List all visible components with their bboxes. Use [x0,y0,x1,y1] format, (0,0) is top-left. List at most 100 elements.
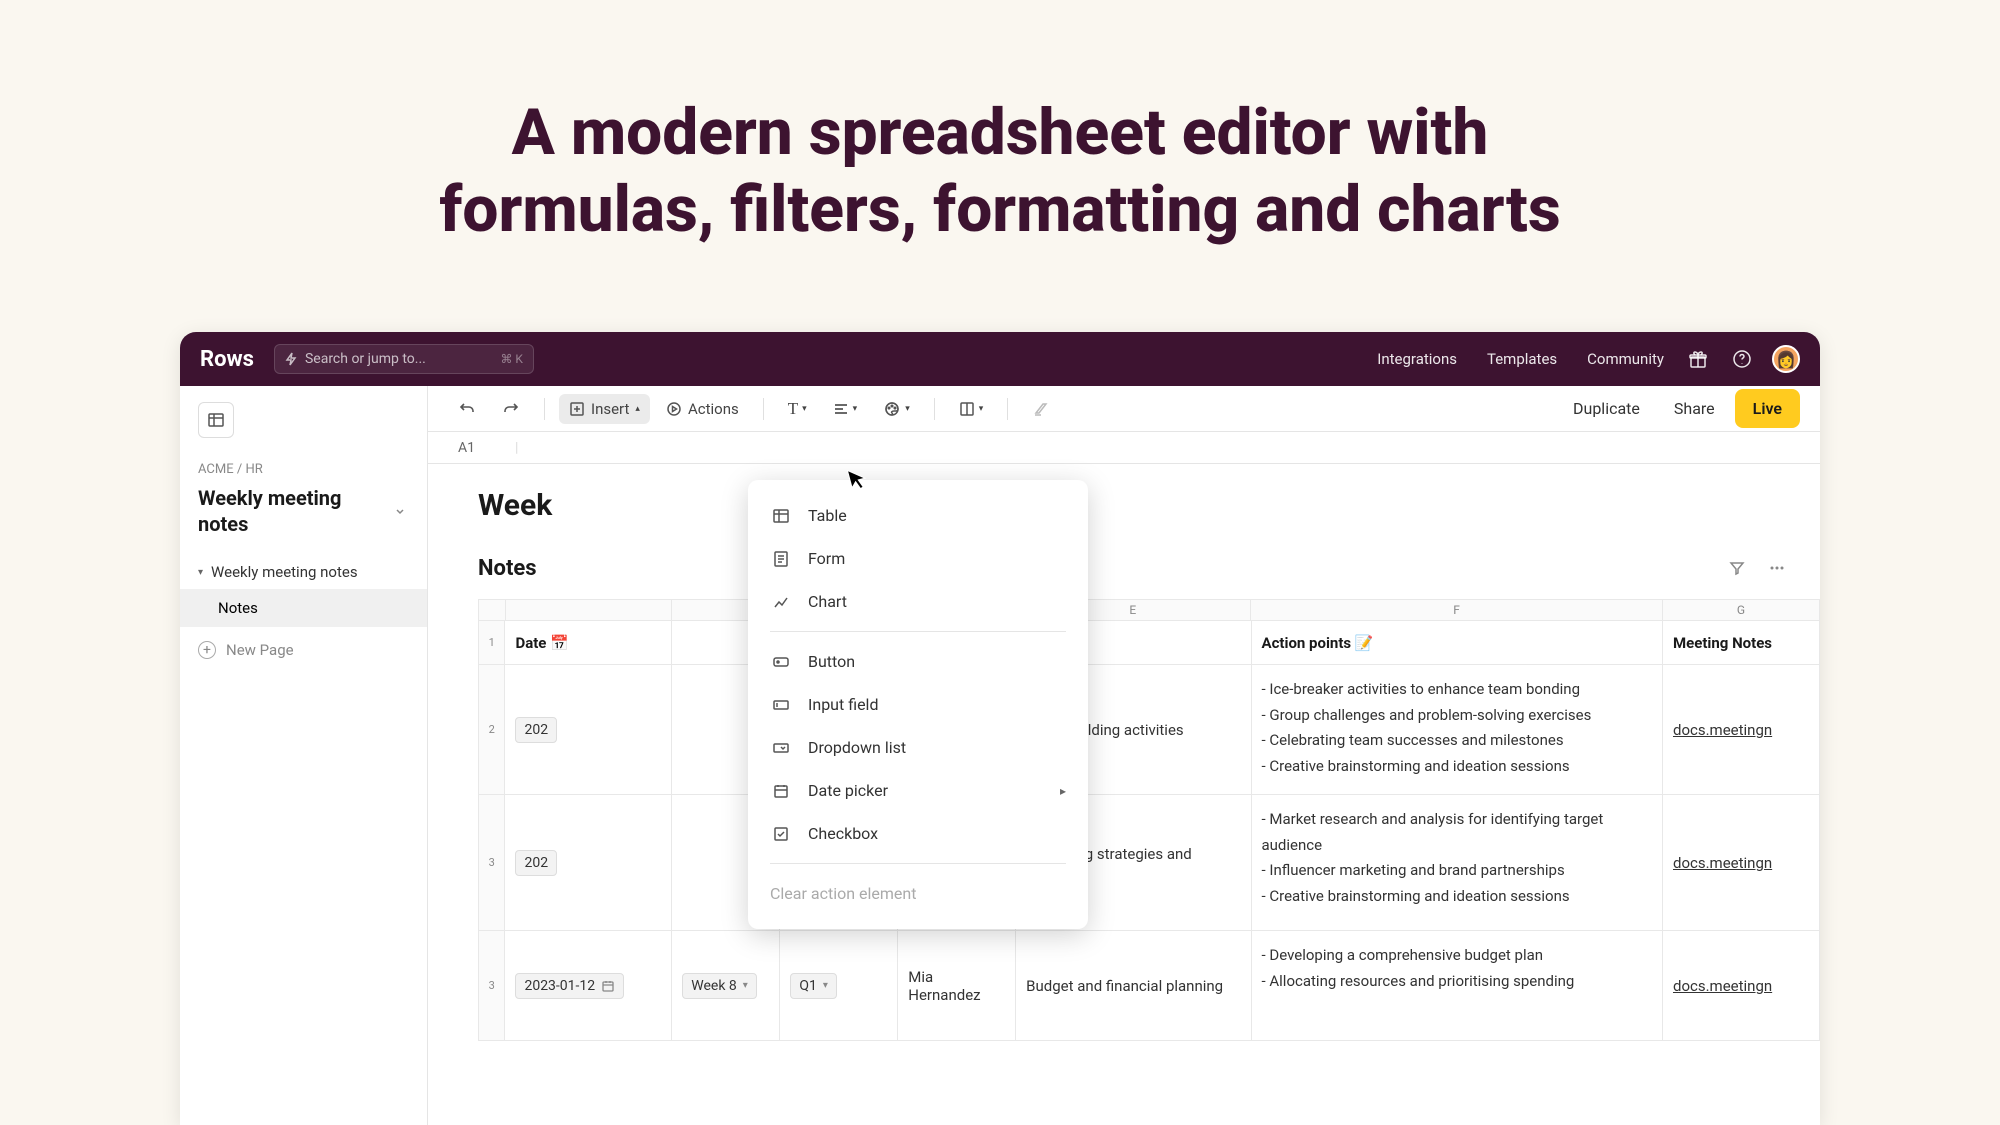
cell-reference: A1 [458,440,475,456]
action-item: - Market research and analysis for ident… [1262,807,1652,858]
nav-community[interactable]: Community [1587,350,1664,368]
cell-agenda[interactable]: Budget and financial planning [1016,931,1251,1041]
redo-button[interactable] [492,394,530,424]
caret-down-icon: ▾ [198,567,203,578]
cell-actions[interactable]: - Ice-breaker activities to enhance team… [1252,665,1663,795]
date-picker-chip[interactable]: 202 [515,850,557,876]
week-dropdown[interactable]: Week 8 ▾ [682,973,757,999]
cell-actions[interactable]: - Developing a comprehensive budget plan… [1252,931,1663,1041]
doc-title[interactable]: Weekly meeting notes [198,485,391,537]
sidebar-tree-root[interactable]: ▾ Weekly meeting notes [180,555,427,589]
cell-quarter[interactable]: Q1 ▾ [780,931,898,1041]
nav-templates[interactable]: Templates [1487,350,1557,368]
help-icon[interactable] [1732,349,1752,369]
cell-reference-bar[interactable]: A1 | [428,432,1820,464]
menu-item-button[interactable]: Button [748,640,1088,683]
search-input[interactable]: Search or jump to... ⌘ K [274,344,534,374]
breadcrumb-workspace[interactable]: ACME [198,462,234,477]
button-icon [770,653,792,671]
undo-button[interactable] [448,394,486,424]
caret-up-icon: ▴ [635,404,640,414]
action-item: - Developing a comprehensive budget plan [1262,943,1575,969]
brand-logo[interactable]: Rows [200,347,254,372]
share-button[interactable]: Share [1660,391,1729,426]
menu-item-date-picker[interactable]: Date picker ▸ [748,769,1088,812]
nav-integrations[interactable]: Integrations [1377,350,1457,368]
date-picker-chip[interactable]: 2023-01-12 [515,973,624,999]
filter-icon[interactable] [1724,555,1750,581]
col-f[interactable]: F [1251,599,1663,621]
cell-notes-link[interactable]: docs.meetingn [1663,665,1820,795]
header-action-points[interactable]: Action points 📝 [1252,621,1663,665]
action-item: - Ice-breaker activities to enhance team… [1262,677,1592,703]
search-placeholder: Search or jump to... [305,351,500,367]
hero-line1: A modern spreadsheet editor with [0,95,2000,172]
doc-title-menu[interactable] [391,502,409,520]
more-icon[interactable] [1764,555,1790,581]
section-title[interactable]: Notes [478,556,1724,581]
form-icon [770,550,792,568]
caret-down-icon: ▾ [802,404,807,414]
toolbar: Insert ▴ Actions T▾ ▾ ▾ [428,386,1820,432]
menu-item-chart[interactable]: Chart [748,580,1088,623]
gift-icon[interactable] [1688,349,1708,369]
header-meeting-notes[interactable]: Meeting Notes [1663,621,1820,665]
color-button[interactable]: ▾ [873,394,920,424]
notes-link[interactable]: docs.meetingn [1673,721,1772,739]
menu-label: Button [808,652,855,671]
sidebar-tree-child[interactable]: Notes [180,589,427,627]
live-button[interactable]: Live [1735,389,1800,428]
content-area: Insert ▴ Actions T▾ ▾ ▾ [428,386,1820,1125]
plus-circle-icon: + [198,641,216,659]
align-button[interactable]: ▾ [823,396,868,422]
cell-lead[interactable]: Mia Hernandez [898,931,1016,1041]
breadcrumb[interactable]: ACME / HR [198,462,409,477]
action-item: - Allocating resources and prioritising … [1262,969,1575,995]
menu-item-input-field[interactable]: Input field [748,683,1088,726]
date-picker-chip[interactable]: 202 [515,717,557,743]
new-page-button[interactable]: + New Page [180,627,427,673]
cell-date[interactable]: 202 [505,795,672,931]
menu-item-dropdown-list[interactable]: Dropdown list [748,726,1088,769]
chart-icon [770,593,792,611]
row-num[interactable]: 1 [478,621,505,665]
cell-date[interactable]: 202 [505,665,672,795]
duplicate-button[interactable]: Duplicate [1559,391,1654,426]
row-num[interactable]: 3 [478,795,505,931]
notes-link[interactable]: docs.meetingn [1673,854,1772,872]
menu-item-table[interactable]: Table [748,494,1088,537]
text-format-button[interactable]: T▾ [778,393,817,425]
topbar: Rows Search or jump to... ⌘ K Integratio… [180,332,1820,386]
menu-label: Table [808,506,847,525]
menu-item-form[interactable]: Form [748,537,1088,580]
chevron-right-icon: ▸ [1060,784,1066,798]
clear-format-button[interactable] [1022,394,1060,424]
header-date[interactable]: Date 📅 [505,621,672,665]
cell-week[interactable]: Week 8 ▾ [672,931,780,1041]
notes-link[interactable]: docs.meetingn [1673,977,1772,995]
row-num[interactable]: 3 [478,931,505,1041]
spreadsheet[interactable]: D E F G 1 Date 📅 d 💪 Agenda Action point… [478,599,1820,1041]
cell-notes-link[interactable]: docs.meetingn [1663,931,1820,1041]
table-icon [770,507,792,525]
caret-down-icon: ▾ [853,404,858,414]
row-num[interactable]: 2 [478,665,505,795]
cell-actions[interactable]: - Market research and analysis for ident… [1252,795,1663,931]
menu-label: Checkbox [808,824,878,843]
insert-button[interactable]: Insert ▴ [559,394,650,424]
table-view-icon[interactable] [198,402,234,438]
page-title[interactable]: Week [478,488,1820,523]
cell-notes-link[interactable]: docs.meetingn [1663,795,1820,931]
menu-item-checkbox[interactable]: Checkbox [748,812,1088,855]
avatar[interactable]: 👩 [1772,345,1800,373]
caret-down-icon: ▾ [905,404,910,414]
cell-date[interactable]: 2023-01-12 [505,931,672,1041]
breadcrumb-folder[interactable]: HR [245,462,262,477]
menu-item-clear[interactable]: Clear action element [748,872,1088,915]
layout-button[interactable]: ▾ [949,395,994,423]
menu-label: Date picker [808,781,888,800]
document-body: Week Notes [428,464,1820,1125]
actions-button[interactable]: Actions [656,394,749,424]
col-g[interactable]: G [1663,599,1820,621]
quarter-dropdown[interactable]: Q1 ▾ [790,973,837,999]
